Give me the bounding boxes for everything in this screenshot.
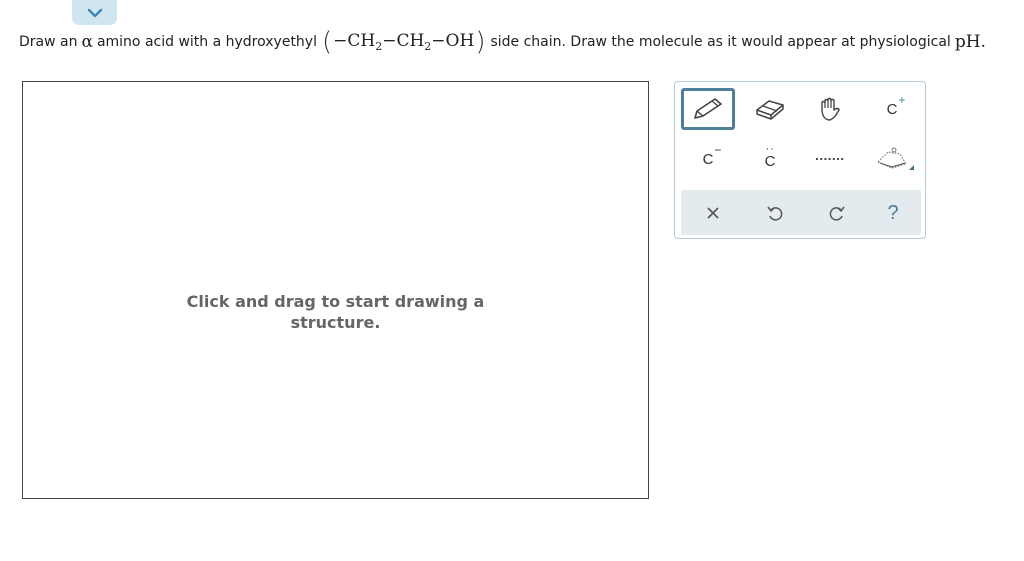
ring-template-tool-button[interactable] (865, 138, 919, 180)
action-bar: ? (681, 190, 921, 235)
ph-label: pH. (954, 32, 986, 52)
anion-tool-button[interactable]: C − (681, 138, 735, 180)
pencil-icon (694, 98, 722, 119)
cation-tool-button[interactable]: C + (865, 88, 919, 130)
dotted-bond-tool-button[interactable] (803, 138, 857, 180)
undo-button[interactable] (755, 196, 795, 230)
eraser-tool-button[interactable] (743, 88, 797, 130)
question-prompt: Draw an α amino acid with a hydroxyethyl… (19, 27, 986, 57)
cation-icon: C + (886, 92, 906, 118)
prompt-text-after: side chain. Draw the molecule as it woul… (490, 34, 951, 50)
hand-icon (821, 97, 840, 121)
lone-pair-tool-button[interactable]: ·· C (743, 138, 797, 180)
lone-pair-icon: ·· C (764, 142, 776, 170)
anion-icon: C − (702, 142, 722, 168)
drawing-canvas[interactable]: Click and drag to start drawing a struct… (22, 81, 649, 499)
eraser-icon (756, 100, 784, 120)
redo-icon (829, 206, 845, 221)
clear-button[interactable] (693, 196, 733, 230)
alpha-symbol: α (81, 32, 93, 52)
ring-template-icon (876, 147, 914, 170)
dotted-bond-icon (816, 158, 844, 160)
chevron-down-icon (87, 8, 102, 17)
help-icon: ? (887, 201, 899, 224)
prompt-text-middle: amino acid with a hydroxyethyl (96, 34, 317, 50)
help-button[interactable]: ? (873, 196, 913, 230)
drawing-tool-palette: C + C − ·· C ? (674, 81, 926, 239)
prompt-text-before: Draw an (19, 34, 78, 50)
close-icon (707, 207, 719, 219)
undo-icon (767, 206, 783, 221)
pencil-tool-button[interactable] (681, 88, 735, 130)
side-chain-formula: −CH2−CH2−OH (333, 31, 475, 53)
redo-button[interactable] (817, 196, 857, 230)
move-tool-button[interactable] (803, 88, 857, 130)
collapse-toggle[interactable] (72, 0, 117, 25)
canvas-hint: Click and drag to start drawing a struct… (186, 292, 485, 332)
